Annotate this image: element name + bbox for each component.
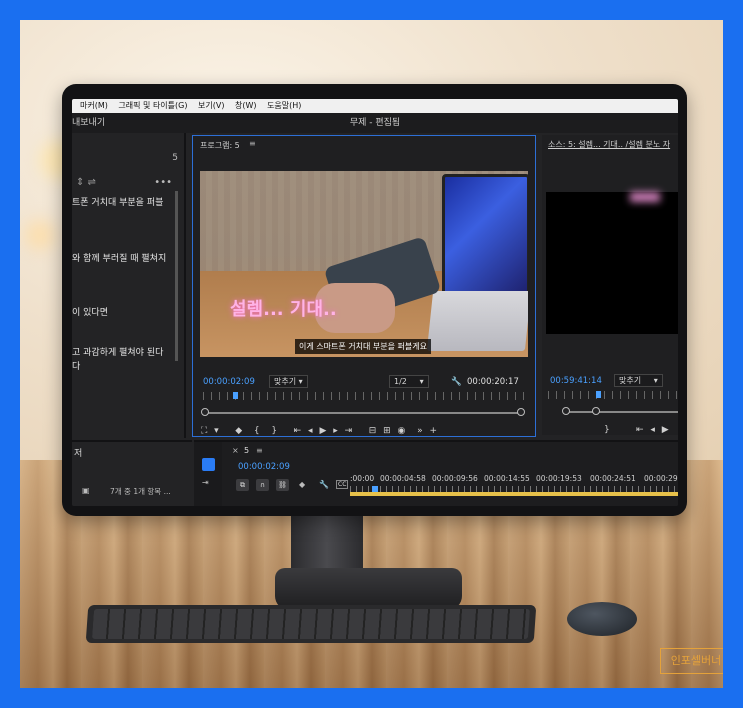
- wrench-icon[interactable]: 🔧: [451, 377, 462, 387]
- program-timecode[interactable]: 00:00:02:09: [203, 377, 255, 387]
- menu-graphics[interactable]: 그래픽 및 타이틀(G): [118, 101, 187, 110]
- fit-dropdown[interactable]: 맞추기 ▾: [269, 375, 308, 388]
- video-subtitle: 이게 스마트폰 거치대 부분을 퍼블게요: [295, 339, 431, 354]
- panel-menu-icon[interactable]: ≡: [249, 139, 256, 148]
- project-panel: 저 ▣ 7개 중 1개 항목 ...: [72, 440, 192, 506]
- source-zoom-handle[interactable]: [592, 407, 600, 415]
- menu-window[interactable]: 창(W): [235, 101, 257, 110]
- window-title: 무제 - 편집됨: [349, 118, 401, 128]
- nest-icon[interactable]: ⧉: [236, 479, 249, 491]
- caption-line[interactable]: 고 과감하게 펼쳐야 된다: [72, 345, 163, 358]
- project-panel-title[interactable]: 저: [74, 446, 82, 459]
- more-icon[interactable]: •••: [154, 177, 172, 188]
- pink-title-text: 설렘... 기대..: [230, 299, 337, 320]
- transport-controls[interactable]: ⛶ ▾ ◆ { } ⇤ ◂ ▶ ▸ ⇥ ⊟ ⊞ ◉ » +: [201, 426, 439, 436]
- bokeh-light: [25, 220, 55, 250]
- source-video-frame[interactable]: [546, 192, 678, 334]
- source-ruler[interactable]: [548, 391, 678, 399]
- source-playhead[interactable]: [596, 391, 601, 398]
- source-title[interactable]: 소스: 5: 설렘... 기대.. /설렘 분노 자: [548, 139, 670, 150]
- program-duration: 00:00:20:17: [467, 377, 519, 387]
- caption-line[interactable]: 다: [72, 359, 80, 372]
- monitor: 마커(M) 그래픽 및 타이틀(G) 보기(V) 창(W) 도움말(H) 내보내…: [62, 84, 687, 516]
- scrollbar[interactable]: [175, 191, 178, 361]
- panel-count: 5: [172, 153, 178, 163]
- text-panel: 5 ⇕ ⇌ ••• 트폰 거치대 부분을 퍼블 와 함께 부러질 때 펼쳐지 이…: [72, 133, 186, 438]
- source-zoom-handle[interactable]: [562, 407, 570, 415]
- snap-icon[interactable]: ∩: [256, 479, 269, 491]
- marker-icon[interactable]: ◆: [299, 480, 305, 489]
- source-transport-controls[interactable]: } ⇤ ◂ ▶: [604, 425, 671, 435]
- menu-view[interactable]: 보기(V): [198, 101, 224, 110]
- sequence-tab[interactable]: 5: [244, 446, 249, 455]
- title-bar: 내보내기 무제 - 편집됨: [72, 113, 678, 133]
- zoom-scrollbar[interactable]: [205, 412, 521, 414]
- wrench-icon[interactable]: 🔧: [319, 480, 329, 489]
- panel-menu-icon[interactable]: ≡: [256, 446, 263, 455]
- premiere-screen: 마커(M) 그래픽 및 타이틀(G) 보기(V) 창(W) 도움말(H) 내보내…: [72, 99, 678, 506]
- menu-bar: 마커(M) 그래픽 및 타이틀(G) 보기(V) 창(W) 도움말(H): [72, 99, 678, 113]
- program-video-frame[interactable]: 설렘... 기대.. 이게 스마트폰 거치대 부분을 퍼블게요: [200, 171, 528, 357]
- close-icon[interactable]: ×: [232, 446, 239, 455]
- track-select-tool-icon[interactable]: ⇥: [202, 478, 209, 487]
- monitor-stand-base: [275, 568, 462, 610]
- source-monitor: 소스: 5: 설렘... 기대.. /설렘 분노 자 00:59:41:14 맞…: [542, 135, 678, 435]
- zoom-handle-right[interactable]: [517, 408, 525, 416]
- program-monitor: 프로그램: 5 ≡ 설렘... 기대.. 이게 스마트폰 거치대 부분을 퍼블게…: [192, 135, 536, 437]
- laptop-in-video: [442, 174, 528, 300]
- program-title[interactable]: 프로그램: 5: [200, 140, 240, 151]
- sort-icons[interactable]: ⇕ ⇌: [76, 177, 96, 188]
- source-fit-dropdown[interactable]: 맞추기 ▾: [614, 374, 663, 387]
- linked-selection-icon[interactable]: ⛓: [276, 479, 289, 491]
- playhead[interactable]: [233, 392, 238, 399]
- folder-icon[interactable]: ▣: [82, 486, 90, 495]
- zoom-handle-left[interactable]: [201, 408, 209, 416]
- caption-line[interactable]: 트폰 거치대 부분을 퍼블: [72, 195, 163, 208]
- item-count: 7개 중 1개 항목 ...: [110, 487, 171, 496]
- mouse: [567, 602, 637, 636]
- timeline-panel: ⇥ × 5 ≡ 00:00:02:09 ⧉ ∩ ⛓ ◆ 🔧 CC :00:00 …: [194, 440, 678, 506]
- resolution-dropdown[interactable]: 1/2 ▾: [389, 375, 429, 388]
- selection-tool-icon[interactable]: [202, 458, 215, 471]
- menu-marker[interactable]: 마커(M): [80, 101, 108, 110]
- timeline-timecode[interactable]: 00:00:02:09: [238, 462, 290, 472]
- captions-icon[interactable]: CC: [336, 480, 349, 489]
- source-zoom-scrollbar[interactable]: [566, 411, 678, 413]
- menu-help[interactable]: 도움말(H): [267, 101, 301, 110]
- tool-strip: ⇥: [194, 442, 222, 506]
- watermark: 인포셀버너: [660, 648, 723, 674]
- photo-background: 인포셀버너 마커(M) 그래픽 및 타이틀(G) 보기(V) 창(W) 도움말(…: [20, 20, 723, 688]
- program-ruler[interactable]: [203, 392, 525, 400]
- caption-line[interactable]: 와 함께 부러질 때 펼쳐지: [72, 251, 166, 264]
- work-area-bar[interactable]: [350, 492, 678, 496]
- source-timecode[interactable]: 00:59:41:14: [550, 376, 602, 386]
- keyboard: [85, 605, 537, 643]
- caption-line[interactable]: 이 있다면: [72, 305, 108, 318]
